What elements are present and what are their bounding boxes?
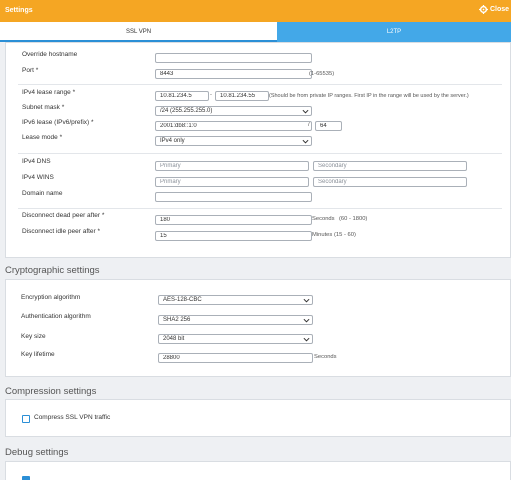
dead-peer-range: (60 - 1800) [339, 216, 368, 222]
debug-section-title: Debug settings [5, 447, 69, 458]
ipv4-lease-start-input[interactable] [155, 91, 209, 101]
disconnect-idle-peer-input[interactable] [155, 231, 312, 241]
compression-section-title: Compression settings [5, 386, 97, 397]
key-size-select[interactable]: 2048 bit [158, 334, 313, 344]
subnet-mask-label: Subnet mask * [22, 104, 65, 111]
port-label: Port * [22, 67, 39, 74]
encryption-label: Encryption algorithm [21, 294, 81, 301]
debug-settings-panel [5, 461, 511, 480]
compress-checkbox[interactable] [22, 415, 30, 423]
lease-mode-value: IPv4 only [160, 138, 185, 144]
close-label: Close [489, 6, 509, 13]
domain-name-input[interactable] [155, 192, 312, 202]
ipv6-slash: / [308, 122, 310, 128]
tab-ssl-vpn[interactable]: SSL VPN [0, 22, 277, 42]
chevron-down-icon [302, 109, 309, 114]
key-size-label: Key size [21, 333, 46, 340]
range-dash: - [210, 92, 212, 98]
dead-peer-unit: Seconds [312, 216, 335, 222]
idle-peer-unit: Minutes [312, 232, 333, 238]
ipv4-lease-range-label: IPv4 lease range * [22, 89, 76, 96]
ipv4-dns-label: IPv4 DNS [22, 158, 51, 165]
close-button[interactable]: Close [478, 5, 509, 14]
compression-settings-panel: Compress SSL VPN traffic [5, 399, 511, 437]
key-lifetime-label: Key lifetime [21, 351, 55, 358]
ipv4-dns-primary-input[interactable] [155, 161, 309, 171]
key-lifetime-unit: Seconds [314, 354, 337, 360]
divider [18, 84, 502, 85]
chevron-down-icon [303, 337, 310, 342]
ipv4-lease-end-input[interactable] [215, 91, 269, 101]
override-hostname-label: Override hostname [22, 51, 78, 58]
lease-mode-select[interactable]: IPv4 only [155, 136, 312, 146]
ipv4-dns-secondary-input[interactable] [313, 161, 467, 171]
override-hostname-input[interactable] [155, 53, 312, 63]
chevron-down-icon [303, 318, 310, 323]
divider [18, 153, 502, 154]
chevron-down-icon [302, 139, 309, 144]
compress-label: Compress SSL VPN traffic [34, 414, 111, 421]
ipv6-lease-input[interactable] [155, 121, 312, 131]
ipv4-wins-label: IPv4 WINS [22, 174, 54, 181]
disconnect-dead-peer-input[interactable] [155, 215, 312, 225]
ipv6-prefix-input[interactable] [315, 121, 342, 131]
port-hint: (1-65535) [309, 71, 335, 77]
domain-name-label: Domain name [22, 190, 63, 197]
subnet-mask-value: /24 (255.255.255.0) [160, 108, 213, 114]
debug-enable-checkbox[interactable] [22, 476, 30, 480]
general-settings-panel: Override hostname Port * (1-65535) IPv4 … [5, 42, 511, 258]
tab-bar: SSL VPN L2TP [0, 22, 511, 42]
authentication-label: Authentication algorithm [21, 313, 91, 320]
encryption-select[interactable]: AES-128-CBC [158, 295, 313, 305]
disconnect-dead-peer-label: Disconnect dead peer after * [22, 212, 105, 219]
encryption-value: AES-128-CBC [163, 297, 202, 303]
port-input[interactable] [155, 69, 312, 79]
authentication-select[interactable]: SHA2 256 [158, 315, 313, 325]
disconnect-idle-peer-label: Disconnect idle peer after * [22, 228, 101, 235]
subnet-mask-select[interactable]: /24 (255.255.255.0) [155, 106, 312, 116]
ipv4-wins-secondary-input[interactable] [313, 177, 467, 187]
title-bar: Settings Close [0, 0, 511, 22]
divider [18, 208, 502, 209]
idle-peer-range: (15 - 60) [334, 232, 356, 238]
lease-mode-label: Lease mode * [22, 134, 63, 141]
key-size-value: 2048 bit [163, 336, 185, 342]
tab-l2tp[interactable]: L2TP [277, 22, 511, 42]
key-lifetime-input[interactable] [158, 353, 313, 363]
chevron-down-icon [303, 298, 310, 303]
authentication-value: SHA2 256 [163, 317, 191, 323]
crypto-section-title: Cryptographic settings [5, 265, 100, 276]
ipv6-lease-label: IPv6 lease (IPv6/prefix) * [22, 119, 94, 126]
ipv4-lease-hint: (Should be from private IP ranges. First… [269, 93, 469, 99]
window-title: Settings [5, 7, 33, 14]
ipv4-wins-primary-input[interactable] [155, 177, 309, 187]
crypto-settings-panel: Encryption algorithm AES-128-CBC Authent… [5, 279, 511, 377]
gear-icon [478, 5, 488, 14]
